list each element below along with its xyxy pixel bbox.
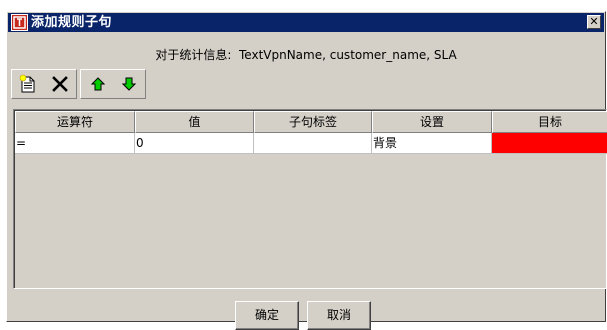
statistics-info: 对于统计信息: TextVpnName, customer_name, SLA bbox=[7, 46, 605, 63]
column-header-value[interactable]: 值 bbox=[135, 111, 254, 133]
ok-button[interactable]: 确定 bbox=[235, 301, 299, 330]
new-document-icon bbox=[19, 74, 35, 93]
move-down-button[interactable] bbox=[115, 71, 143, 97]
info-value: TextVpnName, customer_name, SLA bbox=[239, 48, 457, 62]
delete-x-icon bbox=[52, 76, 68, 92]
cell-target-color[interactable] bbox=[492, 133, 607, 154]
column-header-target[interactable]: 目标 bbox=[492, 111, 607, 133]
move-up-arrow-icon bbox=[91, 77, 105, 91]
column-header-setting[interactable]: 设置 bbox=[372, 111, 492, 133]
move-down-arrow-icon bbox=[122, 77, 136, 91]
cancel-button[interactable]: 取消 bbox=[307, 301, 371, 330]
close-icon: ✕ bbox=[589, 15, 599, 28]
toolbar-move-group bbox=[80, 69, 146, 99]
move-up-button[interactable] bbox=[84, 71, 112, 97]
close-button[interactable]: ✕ bbox=[587, 15, 601, 29]
app-icon bbox=[11, 14, 28, 31]
table-viewport: 运算符 值 子句标签 设置 目标 = 0 背景 bbox=[14, 110, 607, 288]
add-clause-button[interactable] bbox=[14, 71, 42, 97]
dialog-window: 添加规则子句 ✕ 对于统计信息: TextVpnName, customer_n… bbox=[6, 11, 607, 330]
toolbar-edit-group bbox=[11, 69, 77, 99]
cell-setting[interactable]: 背景 bbox=[372, 133, 492, 154]
clause-table[interactable]: 运算符 值 子句标签 设置 目标 = 0 背景 bbox=[13, 109, 607, 289]
cell-value[interactable]: 0 bbox=[135, 133, 254, 154]
title-bar[interactable]: 添加规则子句 ✕ bbox=[8, 13, 604, 32]
info-label: 对于统计信息: bbox=[155, 48, 232, 62]
window-title: 添加规则子句 bbox=[31, 15, 113, 30]
delete-clause-button[interactable] bbox=[46, 71, 74, 97]
column-header-operator[interactable]: 运算符 bbox=[15, 111, 135, 133]
column-header-clause-label[interactable]: 子句标签 bbox=[254, 111, 372, 133]
cell-operator[interactable]: = bbox=[15, 133, 135, 154]
cell-clause-label[interactable] bbox=[254, 133, 372, 154]
